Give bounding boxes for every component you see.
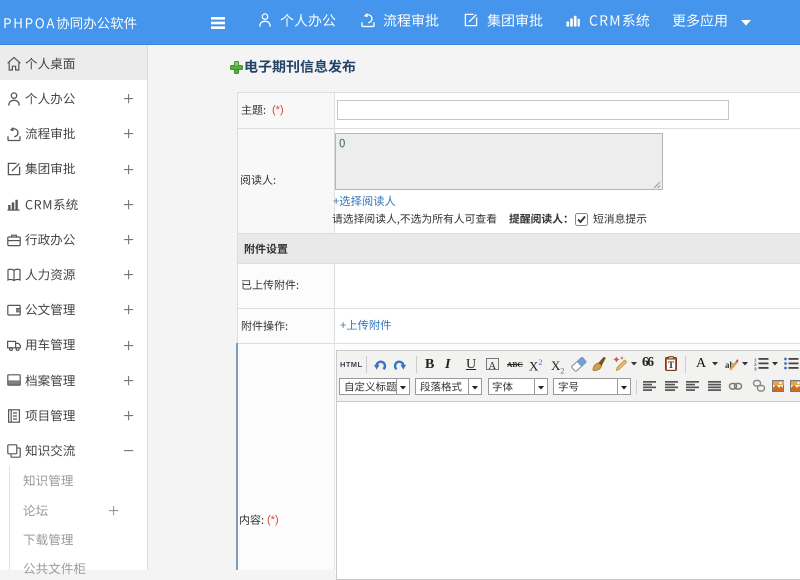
svg-text:3: 3	[754, 367, 757, 373]
svg-text:T: T	[668, 361, 675, 371]
